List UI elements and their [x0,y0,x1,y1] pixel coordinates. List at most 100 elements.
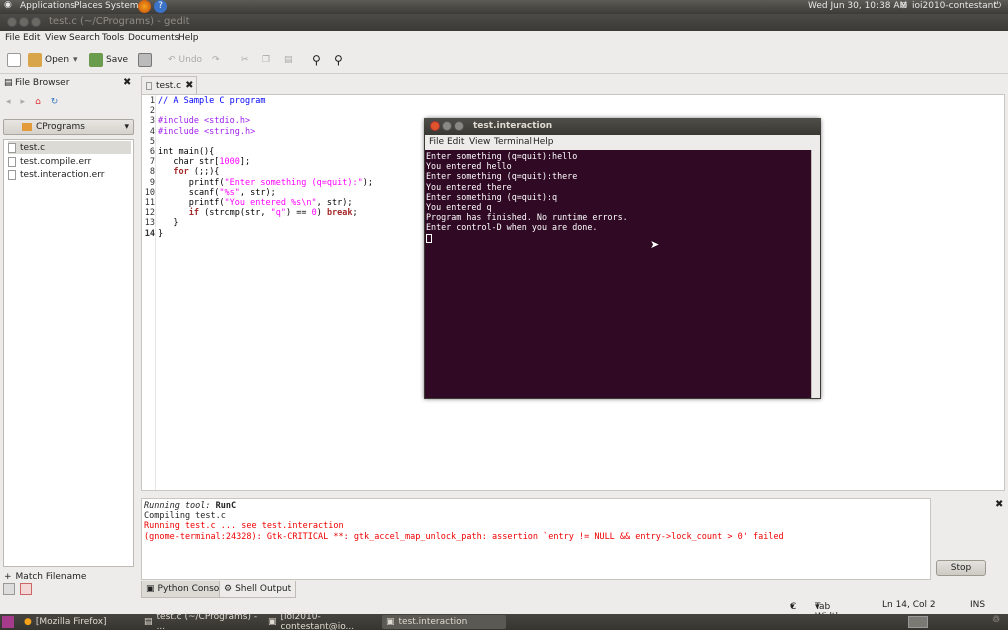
terminal-line: Enter control-D when you are done. [426,222,598,233]
documents-tab-icon[interactable] [20,583,32,595]
line-number: 9 [149,177,155,188]
maximize-window-icon[interactable] [454,121,464,131]
code-token: printf( [158,177,225,188]
terminal-window[interactable]: test.interaction File Edit View Terminal… [424,118,821,399]
maximize-window-icon[interactable] [31,17,41,27]
file-item[interactable]: test.interaction.err [8,168,104,181]
line-number: 8 [149,167,155,178]
running-tool-name: RunC [215,501,237,511]
menu-file[interactable]: File [5,33,20,43]
window-title: test.c (~/CPrograms) - gedit [49,16,190,27]
terminal-menu-view[interactable]: View [469,137,490,147]
open-button[interactable]: Open [28,51,69,69]
match-filename-toggle[interactable]: + Match Filename [0,572,86,582]
power-icon[interactable]: ⏻ [994,1,1001,11]
menu-documents[interactable]: Documents [128,33,179,43]
file-item[interactable]: test.compile.err [8,155,91,168]
file-browser-nav: ◂ ▸ ⌂ ↻ [6,97,126,111]
redo-icon: ↷ [212,55,220,65]
trash-icon[interactable]: ♲ [992,615,1000,625]
taskbar-item[interactable]: ▣ [ioi2010-contestant@io... [264,612,380,630]
minimize-window-icon[interactable] [442,121,452,131]
terminal-titlebar[interactable]: test.interaction [424,118,821,134]
terminal-scrollbar[interactable] [811,150,820,398]
home-icon[interactable]: ⌂ [35,97,41,111]
taskbar-item[interactable]: ● [Mozilla Firefox] [20,615,138,629]
forward-icon[interactable]: ▸ [21,97,26,111]
terminal-menu-terminal[interactable]: Terminal [494,137,532,147]
line-number: 2 [149,106,155,117]
redo-button[interactable]: ↷ [212,51,220,69]
show-desktop-icon[interactable] [2,616,14,628]
menu-edit[interactable]: Edit [23,33,40,43]
window-titlebar[interactable]: test.c (~/CPrograms) - gedit [0,14,1008,31]
file-browser-tab-icon[interactable] [3,583,15,595]
terminal-line: Enter something (q=quit):there [426,171,578,182]
terminal-output[interactable]: Enter something (q=quit):hello You enter… [425,150,811,398]
line-number: 3 [149,116,155,127]
close-bottom-pane-icon[interactable]: ✖ [995,499,1003,510]
tab-test-c[interactable]: test.c ✖ [141,76,197,94]
cut-icon: ✂ [241,55,249,65]
terminal-icon: ▣ [268,617,277,627]
workspace-switcher[interactable] [908,616,928,628]
menu-tools[interactable]: Tools [102,33,124,43]
firefox-icon[interactable] [138,0,151,13]
code-token: char str[ [158,157,220,168]
print-button[interactable] [138,51,152,69]
close-tab-icon[interactable]: ✖ [185,80,193,91]
plus-icon: + [4,572,12,582]
close-window-icon[interactable] [430,121,440,131]
user-icon: ⊗ [900,1,908,11]
taskbar-item-active[interactable]: ▣ test.interaction [382,615,506,629]
back-icon[interactable]: ◂ [6,97,11,111]
file-item[interactable]: test.c [8,141,131,154]
new-button[interactable] [7,51,21,69]
copy-button[interactable]: ❐ [262,51,270,69]
line-number: 14 [144,228,155,239]
taskbar-label: test.c (~/CPrograms) - ... [156,612,258,630]
help-icon[interactable]: ? [154,0,167,13]
code-text[interactable]: // A Sample C program #include <stdio.h>… [158,96,373,239]
tab-shell-output[interactable]: ⚙ Shell Output [219,581,297,598]
code-line: printf("You entered %s\n", str); [158,198,373,208]
menu-search[interactable]: Search [69,33,100,43]
folder-selector[interactable]: CPrograms ▾ [3,119,134,135]
undo-icon: ↶ [168,55,176,65]
taskbar-item[interactable]: ▤ test.c (~/CPrograms) - ... [140,612,262,630]
terminal-menu-edit[interactable]: Edit [447,137,464,147]
stop-button[interactable]: Stop [936,560,986,576]
find-replace-button[interactable]: ⚲ [334,51,343,69]
menu-places[interactable]: Places [74,1,103,11]
find-replace-icon: ⚲ [334,53,343,67]
ubuntu-logo-icon[interactable]: ◉ [4,0,12,10]
terminal-line: Enter something (q=quit):q [426,191,558,202]
code-token: 1000 [219,157,240,168]
refresh-icon[interactable]: ↻ [51,97,59,111]
close-window-icon[interactable] [7,17,17,27]
minimize-window-icon[interactable] [19,17,29,27]
menu-system[interactable]: System [105,1,139,11]
open-dropdown-button[interactable]: ▾ [73,51,78,69]
gear-icon: ⚙ [224,584,233,594]
undo-button[interactable]: ↶ Undo [168,51,202,69]
paste-button[interactable]: ▤ [284,51,293,69]
taskbar: ● [Mozilla Firefox] ▤ test.c (~/CPrograms)… [0,612,1008,630]
line-number: 4 [149,126,155,137]
close-side-panel-icon[interactable]: ✖ [123,77,131,88]
clock[interactable]: Wed Jun 30, 10:38 AM [808,1,907,11]
menu-help[interactable]: Help [178,33,199,43]
toolbar: Open ▾ Save ↶ Undo ↷ ✂ ❐ ▤ ⚲ ⚲ [0,46,1008,74]
output-line: Compiling test.c [144,511,226,522]
save-button[interactable]: Save [89,51,128,69]
cut-button[interactable]: ✂ [241,51,249,69]
menu-applications[interactable]: Applications [20,1,75,11]
bottom-panel-tabs: ▣ Python Console ⚙ Shell Output [141,581,441,598]
terminal-menu-help[interactable]: Help [533,137,554,147]
terminal-menu-file[interactable]: File [429,137,444,147]
menu-view[interactable]: View [45,33,66,43]
user-name[interactable]: ioi2010-contestant [912,1,997,11]
find-button[interactable]: ⚲ [312,51,321,69]
terminal-cursor [426,233,432,243]
line-number: 1 [149,96,155,106]
